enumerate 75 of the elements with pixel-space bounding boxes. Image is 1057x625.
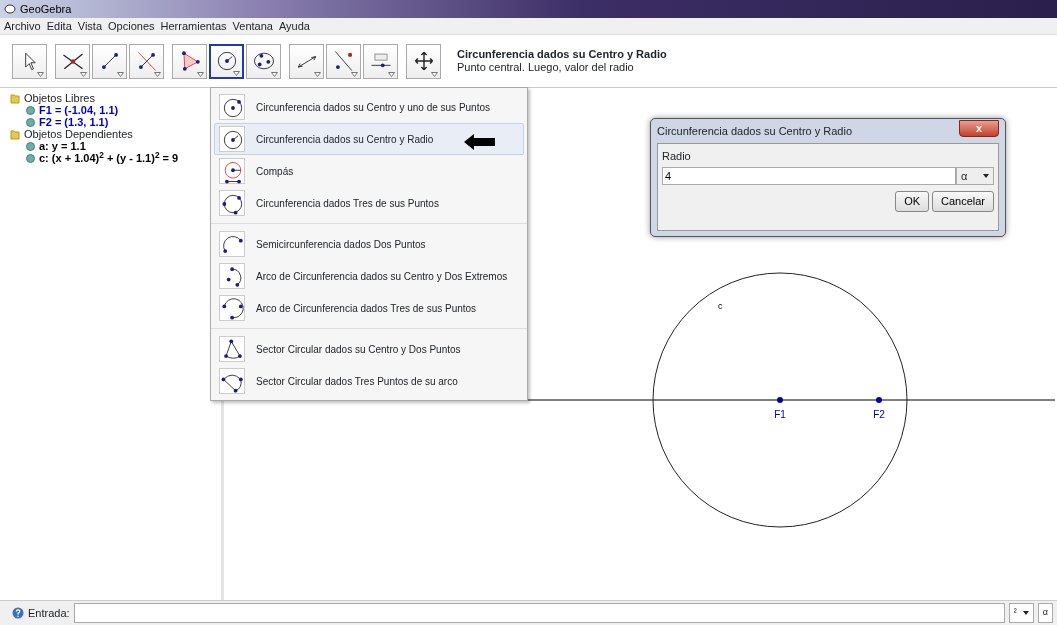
greek-button[interactable]: α (1037, 603, 1053, 623)
tool-button[interactable] (12, 43, 47, 79)
caret-icon (983, 174, 989, 179)
tool-menu-item[interactable]: Sector Circular dados su Centro y Dos Puntos (214, 333, 524, 365)
menu-item[interactable]: Opciones (108, 17, 155, 35)
caret-icon (154, 71, 161, 77)
caret-icon (80, 71, 87, 77)
tool-menu-label: Circunferencia dados su Centro y uno de sus Puntos (256, 100, 491, 115)
help-icon[interactable] (12, 607, 24, 619)
caret-icon (431, 71, 438, 77)
circle-label: c (718, 301, 723, 311)
tool-menu-item[interactable]: Semicircunferencia dados Dos Puntos (214, 228, 524, 260)
menu-item[interactable]: Archivo (4, 17, 41, 35)
point[interactable] (777, 397, 783, 403)
caret-icon (271, 71, 278, 77)
tool-button[interactable] (246, 43, 281, 79)
tool-menu-item[interactable]: Arco de Circunferencia dados su Centro y Dos Extremos (214, 260, 524, 292)
close-button[interactable]: x (959, 119, 999, 137)
caret-icon (388, 71, 395, 77)
tool-button[interactable] (55, 43, 90, 79)
tool-menu-label: Semicircunferencia dados Dos Puntos (256, 237, 426, 252)
tool-button[interactable] (209, 43, 244, 79)
tool-menu-item[interactable]: Compás (214, 155, 524, 187)
caret-icon (37, 71, 44, 77)
menu-item[interactable]: Ayuda (278, 17, 310, 35)
dialog-button[interactable]: Cancelar (931, 190, 994, 212)
arc-three-points-icon (220, 296, 246, 322)
field-label: Radio (662, 149, 692, 164)
folder-icon (10, 128, 20, 140)
caret-icon (351, 71, 358, 77)
tool-menu-label: Circunferencia dados Tres de sus Puntos (256, 196, 439, 211)
tool-help-text: Punto central. Luego, valor del radio (457, 61, 635, 74)
tool-button[interactable] (129, 43, 164, 79)
tool-button[interactable] (92, 43, 127, 79)
dialog-title: Circunferencia dados su Centro y Radio (657, 123, 853, 139)
window-title: GeoGebra (20, 1, 72, 17)
tool-menu-item[interactable]: Circunferencia dados su Centro y uno de sus Puntos (214, 91, 524, 123)
arrow-icon (464, 134, 496, 150)
caret-icon (197, 71, 204, 77)
point-label: F1 (774, 409, 786, 420)
point[interactable] (876, 397, 882, 403)
menu-item[interactable]: Edita (46, 17, 72, 35)
folder-icon (10, 92, 20, 104)
caret-icon (314, 71, 321, 77)
symbol-text: α (961, 169, 968, 184)
tool-button[interactable] (172, 43, 207, 79)
tool-button[interactable] (406, 43, 441, 79)
tool-menu-label: Sector Circular dados su Centro y Dos Puntos (256, 342, 461, 357)
tool-menu-item[interactable]: Circunferencia dados Tres de sus Puntos (214, 187, 524, 219)
menu-item[interactable]: Ventana (232, 17, 273, 35)
tool-menu-item[interactable]: Circunferencia dados su Centro y Radio (214, 123, 524, 155)
symbol-dropdown[interactable]: α (956, 167, 994, 186)
caret-icon (1022, 611, 1029, 615)
input-field[interactable] (73, 603, 1005, 623)
radius-field[interactable]: 4 (662, 167, 956, 186)
symbol-text: ² (1013, 606, 1017, 620)
caret-icon (233, 70, 240, 76)
menu-item[interactable]: Herramientas (160, 17, 227, 35)
point-label: F2 (873, 409, 885, 420)
tool-menu-label: Compás (256, 164, 294, 179)
tool-menu-label: Arco de Circunferencia dados su Centro y Dos Extremos (256, 269, 508, 284)
tool-menu-label: Arco de Circunferencia dados Tres de sus Puntos (256, 301, 477, 316)
tool-menu-item[interactable]: Sector Circular dados Tres Puntos de su arco (214, 365, 524, 397)
symbol-dropdown[interactable]: ² (1008, 603, 1034, 623)
caret-icon (117, 71, 124, 77)
tree-folder[interactable]: Objetos Libres (24, 89, 95, 107)
tool-button[interactable] (326, 43, 361, 79)
tool-menu-item[interactable]: Arco de Circunferencia dados Tres de sus Puntos (214, 292, 524, 324)
tool-menu-label: Sector Circular dados Tres Puntos de su arco (256, 374, 458, 389)
tool-menu-label: Circunferencia dados su Centro y Radio (256, 132, 434, 147)
input-label: Entrada: (28, 605, 70, 621)
tool-help-title: Circunferencia dados su Centro y Radio (457, 48, 667, 61)
app-icon (4, 3, 16, 15)
dialog-button[interactable]: OK (895, 190, 930, 212)
menu-item[interactable]: Vista (77, 17, 103, 35)
